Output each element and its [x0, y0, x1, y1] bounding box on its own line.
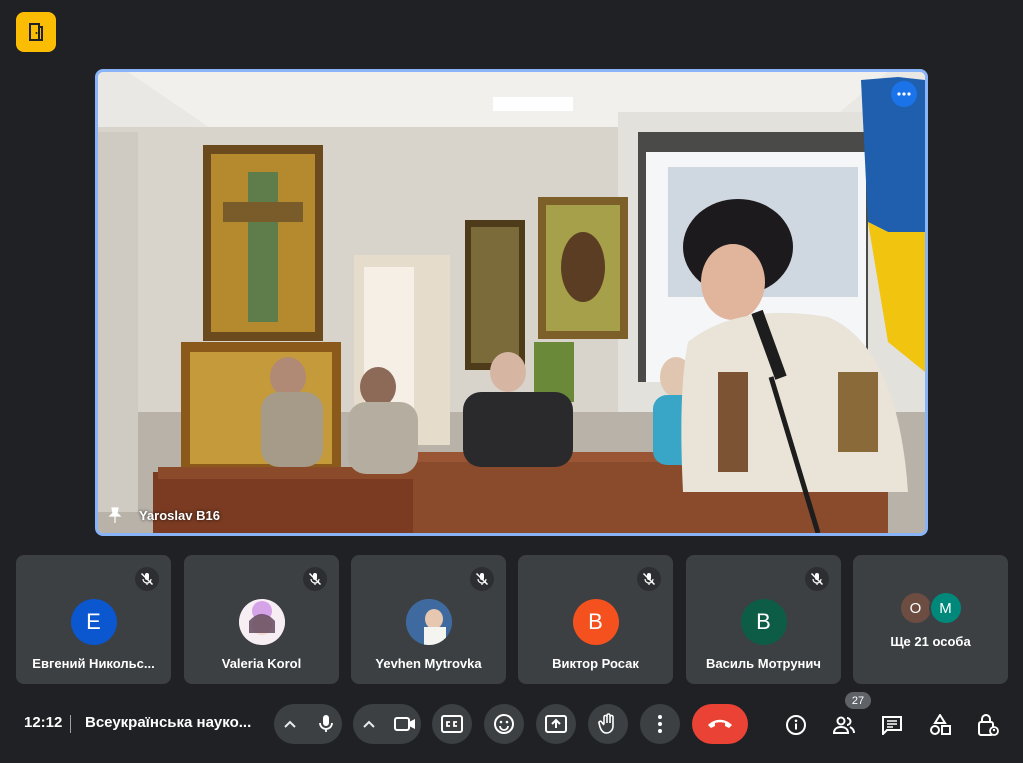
people-count-badge: 27 [845, 692, 871, 709]
more-participants-tile[interactable]: O M Ще 21 особа [853, 555, 1008, 684]
raise-hand-icon [598, 713, 614, 734]
main-video-stage[interactable]: Yaroslav B16 [95, 69, 928, 536]
divider [70, 715, 71, 733]
speaker-label: Yaroslav B16 [105, 505, 220, 525]
camera-button[interactable] [387, 704, 423, 744]
chevron-up-icon[interactable] [272, 704, 308, 744]
participant-name: Евгений Никольс... [32, 656, 155, 671]
avatar: O [898, 591, 933, 625]
avatar-stack: O M [898, 591, 963, 625]
participant-name: Valeria Korol [221, 656, 302, 671]
more-options-button[interactable] [640, 704, 680, 744]
chat-button[interactable] [877, 710, 907, 740]
avatar: В [740, 599, 787, 645]
activities-button[interactable] [925, 710, 955, 740]
meeting-info-button[interactable] [781, 710, 811, 740]
present-screen-button[interactable] [536, 704, 576, 744]
video-camera-icon [394, 717, 415, 731]
avatar-photo [238, 599, 285, 645]
lock-person-icon [978, 714, 999, 736]
emoji-reaction-button[interactable] [484, 704, 524, 744]
door-icon [29, 23, 43, 41]
info-icon [786, 715, 806, 735]
avatar-photo [405, 599, 452, 645]
present-screen-icon [545, 715, 567, 733]
people-icon [832, 716, 855, 734]
pin-icon [108, 507, 122, 523]
speaker-name: Yaroslav B16 [139, 507, 220, 523]
avatar: M [928, 591, 963, 625]
chat-icon [882, 716, 902, 735]
mic-off-icon [135, 567, 159, 591]
microphone-icon [319, 715, 333, 732]
activities-shapes-icon [930, 714, 951, 735]
host-controls-button[interactable] [973, 710, 1003, 740]
participant-tile[interactable]: Yevhen Mytrovka [351, 555, 506, 684]
camera-control-group [353, 704, 421, 744]
mic-off-icon [303, 567, 327, 591]
captions-icon [441, 715, 463, 733]
people-button[interactable] [829, 710, 859, 740]
microphone-button[interactable] [308, 704, 344, 744]
leave-call-button[interactable] [692, 704, 748, 744]
participant-tile[interactable]: В Василь Мотрунич [686, 555, 841, 684]
captions-button[interactable] [432, 704, 472, 744]
avatar: В [572, 599, 619, 645]
more-participants-label: Ще 21 особа [890, 634, 971, 649]
phone-hangup-icon [708, 719, 732, 728]
participant-name: Виктор Росак [552, 656, 639, 671]
clock: 12:12 [24, 714, 63, 731]
participant-name: Василь Мотрунич [706, 656, 821, 671]
meeting-title[interactable]: Всеукраїнська науко... [85, 714, 265, 731]
mic-off-icon [805, 567, 829, 591]
participant-tile[interactable]: В Виктор Росак [518, 555, 673, 684]
mic-off-icon [470, 567, 494, 591]
more-vert-icon [658, 715, 662, 733]
participant-tile[interactable]: E Евгений Никольс... [16, 555, 171, 684]
raise-hand-button[interactable] [588, 704, 628, 744]
chevron-up-icon[interactable] [351, 704, 387, 744]
participant-name: Yevhen Mytrovka [375, 656, 482, 671]
mic-control-group [274, 704, 342, 744]
speaker-video-frame [98, 72, 925, 533]
avatar: E [70, 599, 117, 645]
emoji-icon [494, 714, 514, 734]
more-options-icon[interactable] [891, 81, 917, 107]
door-icon-button[interactable] [16, 12, 56, 52]
participant-tile[interactable]: Valeria Korol [184, 555, 339, 684]
mic-off-icon [637, 567, 661, 591]
